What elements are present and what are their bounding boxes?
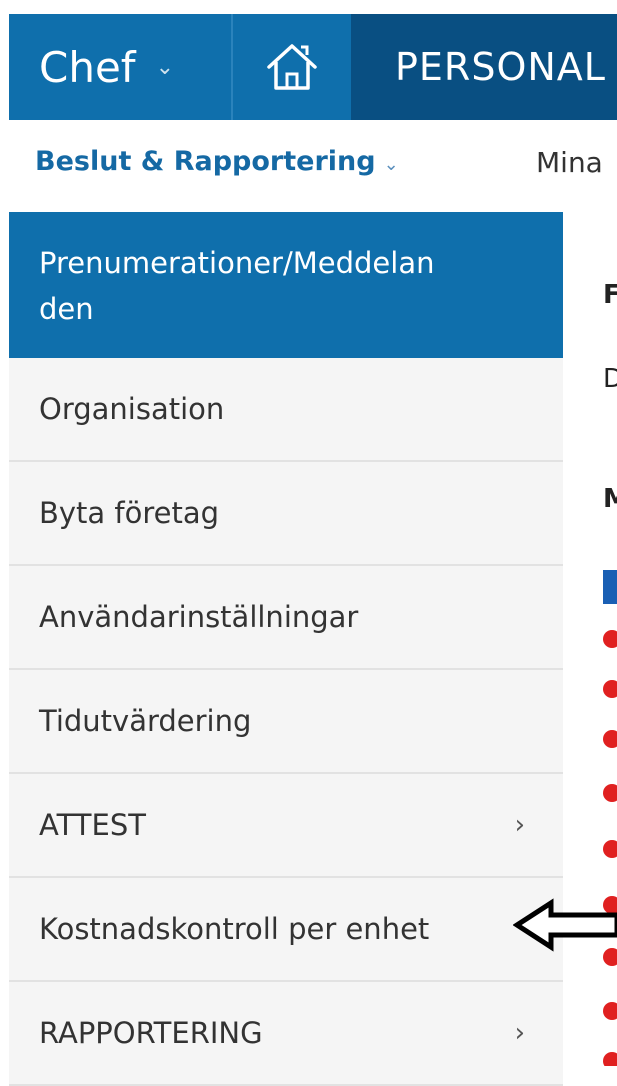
sidebar-item-switch-company[interactable]: Byta företag — [9, 462, 563, 566]
selected-text-highlight — [603, 570, 617, 604]
chevron-down-icon: ⌄ — [155, 54, 175, 80]
sidebar-item-time-evaluation[interactable]: Tidutvärdering — [9, 670, 563, 774]
sidebar-item-label-line2: den — [39, 292, 94, 326]
sidebar-item-organisation[interactable]: Organisation — [9, 358, 563, 462]
status-dot — [603, 680, 617, 698]
sidebar-item-label: RAPPORTERING — [39, 1016, 263, 1050]
chevron-right-icon: › — [514, 810, 525, 840]
role-label: Chef — [39, 42, 136, 92]
sidebar-item-label: Tidutvärdering — [39, 704, 252, 738]
chevron-down-icon: ⌄ — [383, 154, 399, 175]
sidebar-menu: Prenumerationer/Meddelan den Organisatio… — [9, 212, 563, 1086]
decision-reporting-label: Beslut & Rapportering — [35, 146, 376, 177]
sidebar-item-label: Användarinställningar — [39, 600, 359, 634]
sidebar-item-cost-control-per-unit[interactable]: Kostnadskontroll per enhet — [9, 878, 563, 982]
sidebar-item-user-settings[interactable]: Användarinställningar — [9, 566, 563, 670]
sidebar-item-label: ATTEST — [39, 808, 146, 842]
status-dot — [603, 730, 617, 748]
status-dot — [603, 630, 617, 648]
status-dot — [603, 784, 617, 802]
mine-menu-item[interactable]: Mina — [536, 146, 603, 179]
chevron-right-icon: › — [514, 1018, 525, 1048]
sidebar-item-attest[interactable]: ATTEST › — [9, 774, 563, 878]
top-navigation-bar: Chef ⌄ PERSONAL — [9, 14, 617, 120]
sidebar-item-label-line1: Prenumerationer/Meddelan — [39, 246, 435, 280]
sidebar-item-label: Kostnadskontroll per enhet — [39, 912, 430, 946]
decision-reporting-menu[interactable]: Beslut & Rapportering ⌄ — [35, 146, 399, 177]
left-arrow-annotation-icon — [513, 898, 617, 952]
sub-navigation-bar: Beslut & Rapportering ⌄ Mina — [9, 120, 617, 213]
section-menu[interactable]: PERSONAL — [351, 14, 617, 120]
home-button[interactable] — [233, 14, 351, 120]
sidebar-item-subscriptions-messages[interactable]: Prenumerationer/Meddelan den — [9, 212, 563, 358]
status-dot — [603, 1052, 617, 1066]
content-text: D — [603, 364, 617, 394]
status-dot — [603, 1002, 617, 1020]
sidebar-item-label: Organisation — [39, 392, 225, 426]
sidebar-item-label: Byta företag — [39, 496, 220, 530]
content-subheading: M — [603, 484, 617, 514]
home-icon — [267, 44, 317, 90]
role-menu-button[interactable]: Chef ⌄ — [9, 14, 231, 120]
sidebar-item-reporting[interactable]: RAPPORTERING › — [9, 982, 563, 1086]
status-dot — [603, 840, 617, 858]
section-label: PERSONAL — [395, 45, 606, 89]
content-heading: F — [603, 280, 617, 310]
sidebar-item-label: Prenumerationer/Meddelan den — [39, 240, 434, 332]
